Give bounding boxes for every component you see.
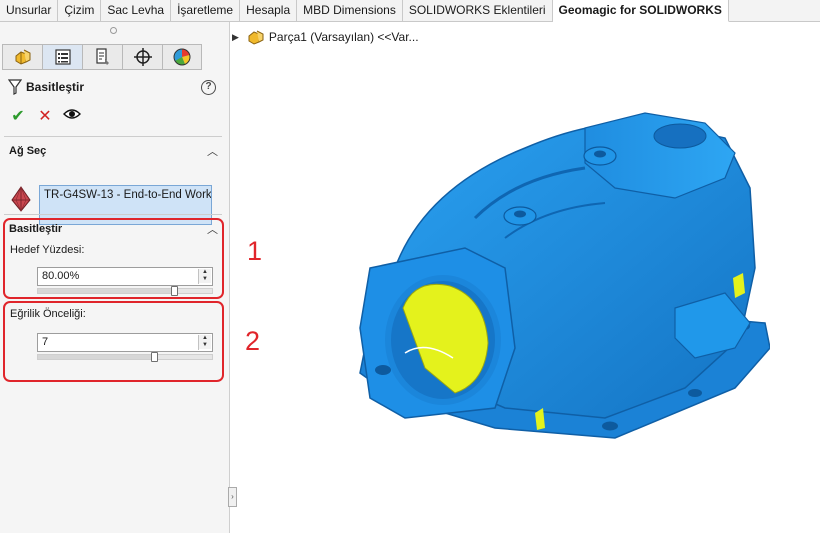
- dimxpert-icon[interactable]: [122, 44, 162, 70]
- section-divider: [4, 214, 222, 215]
- tab-isaretleme[interactable]: İşaretleme: [171, 0, 241, 22]
- panel-collapse-handle[interactable]: ›: [228, 487, 237, 507]
- part-tree-label: Parça1 (Varsayılan) <<Var...: [268, 30, 419, 44]
- annotation-number-1: 1: [247, 236, 263, 266]
- feature-title: Basitleştir: [8, 79, 84, 95]
- cancel-button[interactable]: ✕: [35, 106, 55, 126]
- expand-caret-icon[interactable]: ▶: [232, 32, 239, 43]
- feature-manager-icon[interactable]: [2, 44, 42, 70]
- display-manager-icon[interactable]: [162, 44, 202, 70]
- highlight-box-1: [3, 218, 224, 299]
- mesh-section-collapse-icon[interactable]: ︿: [207, 143, 218, 159]
- mesh-gem-icon: [11, 186, 31, 212]
- part-icon: [248, 30, 264, 45]
- feature-title-label: Basitleştir: [26, 80, 85, 94]
- annotation-number-2: 2: [245, 326, 261, 356]
- tab-hesapla[interactable]: Hesapla: [240, 0, 298, 22]
- mesh-section-title: Ağ Seç: [9, 145, 47, 157]
- action-buttons: ✔ ✕: [8, 106, 89, 126]
- highlight-box-2: [3, 301, 224, 382]
- scanned-mesh-model[interactable]: [355, 108, 770, 453]
- ribbon-tab-bar: Unsurlar Çizim Sac Levha İşaretleme Hesa…: [0, 0, 820, 22]
- property-manager-icon[interactable]: [42, 44, 82, 70]
- tab-mbd-dimensions[interactable]: MBD Dimensions: [297, 0, 403, 22]
- tab-unsurlar[interactable]: Unsurlar: [0, 0, 59, 22]
- tab-sac-levha[interactable]: Sac Levha: [101, 0, 172, 22]
- tab-solidworks-eklentileri[interactable]: SOLIDWORKS Eklentileri: [403, 0, 553, 22]
- section-divider: [4, 136, 222, 137]
- tab-cizim[interactable]: Çizim: [58, 0, 102, 22]
- panel-grip-handle[interactable]: [110, 27, 117, 34]
- ok-button[interactable]: ✔: [8, 106, 28, 126]
- preview-eye-icon[interactable]: [62, 107, 82, 125]
- panel-tab-strip: [2, 44, 202, 70]
- simplify-filter-icon: [8, 79, 22, 95]
- configuration-manager-icon[interactable]: [82, 44, 122, 70]
- help-button[interactable]: ?: [201, 80, 216, 95]
- tab-geomagic-for-solidworks[interactable]: Geomagic for SOLIDWORKS: [552, 0, 729, 22]
- feature-tree-flyout[interactable]: ▶ Parça1 (Varsayılan) <<Var...: [232, 29, 419, 45]
